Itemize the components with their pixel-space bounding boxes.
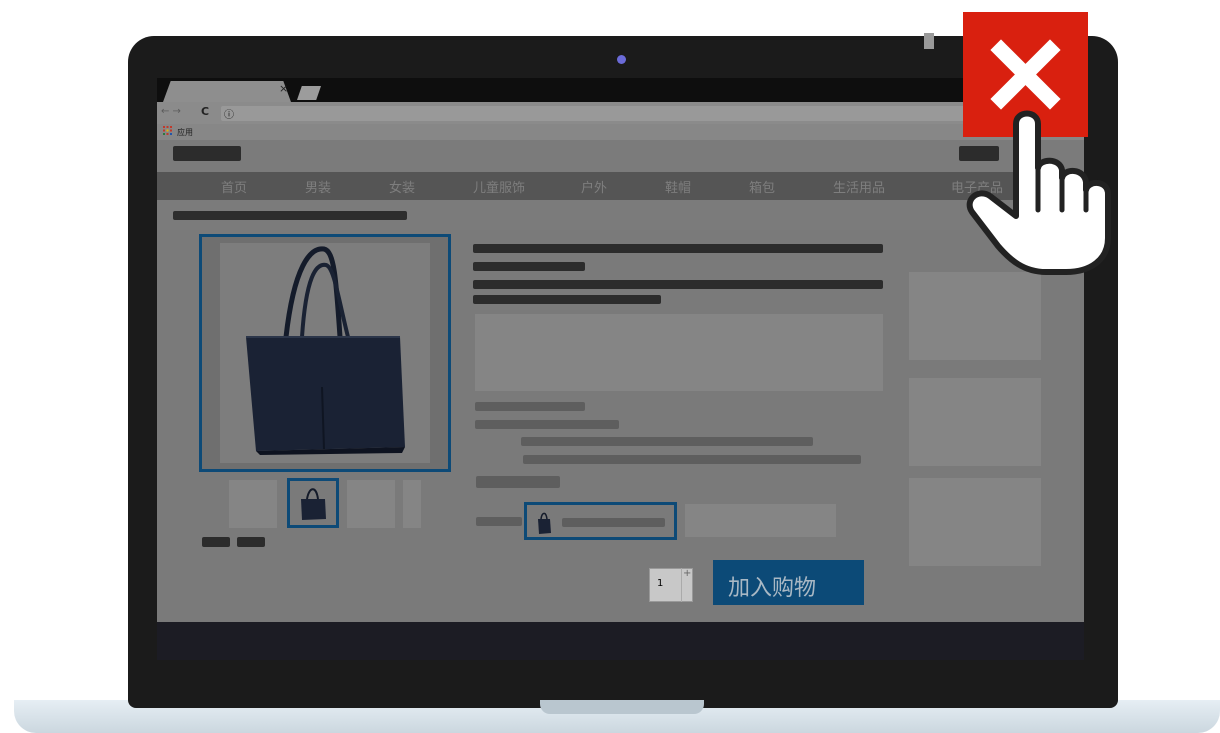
webcam-icon — [617, 55, 626, 64]
quantity-value: 1 — [657, 578, 664, 589]
thumbnail[interactable] — [347, 480, 395, 528]
handbag-thumbnail-image — [290, 481, 336, 525]
apps-bookmark-label[interactable]: 应用 — [177, 127, 193, 138]
nav-item-daily-goods[interactable]: 生活用品 — [833, 177, 885, 196]
site-logo[interactable] — [173, 146, 241, 161]
nav-item-menswear[interactable]: 男装 — [305, 177, 331, 196]
site-info-icon[interactable]: ⓘ — [224, 106, 234, 121]
add-to-cart-label: 加入购物 — [728, 576, 817, 601]
handbag-image — [220, 243, 430, 463]
recommended-item[interactable] — [909, 478, 1041, 566]
breadcrumb — [173, 211, 407, 220]
back-forward-icon[interactable]: ← → — [161, 106, 181, 117]
promo-text — [475, 420, 619, 429]
color-option[interactable] — [685, 504, 836, 537]
tab-close-icon[interactable]: × — [279, 82, 288, 95]
nav-item-outdoor[interactable]: 户外 — [581, 177, 607, 196]
address-bar[interactable] — [221, 106, 1081, 121]
nav-item-bags[interactable]: 箱包 — [749, 177, 775, 196]
service-text — [523, 455, 861, 464]
nav-item-shoes-hats[interactable]: 鞋帽 — [665, 177, 691, 196]
quantity-plus-icon[interactable]: + — [683, 568, 691, 579]
product-title — [473, 244, 883, 253]
favorite-button[interactable] — [237, 537, 265, 547]
rating-label — [476, 476, 560, 488]
recommended-item[interactable] — [909, 378, 1041, 466]
apps-grid-icon[interactable] — [163, 126, 172, 138]
thumbnail[interactable] — [229, 480, 277, 528]
browser-tab[interactable] — [163, 81, 291, 102]
nav-item-home[interactable]: 首页 — [221, 177, 247, 196]
tab-strip — [157, 78, 1084, 102]
page-footer — [157, 622, 1084, 660]
shipping-text — [521, 437, 813, 446]
nav-item-womenswear[interactable]: 女装 — [389, 177, 415, 196]
price-panel — [475, 314, 883, 391]
color-option-selected[interactable] — [524, 502, 677, 540]
laptop-base-notch — [540, 700, 704, 714]
handbag-swatch-image — [538, 512, 551, 534]
reload-icon[interactable]: C — [201, 105, 209, 118]
color-label — [476, 517, 522, 526]
product-title-line2 — [473, 262, 585, 271]
laptop-screen: × ← → C ⓘ 应用 首页 男装 女装 儿童服饰 户外 鞋帽 箱包 生活用品… — [157, 78, 1084, 660]
share-button[interactable] — [202, 537, 230, 547]
bookmarks-bar — [157, 124, 1084, 140]
product-subtitle-line2 — [473, 295, 661, 304]
product-subtitle — [473, 280, 883, 289]
category-navbar — [157, 172, 1084, 200]
color-option-text — [562, 518, 665, 527]
thumbnail-selected[interactable] — [287, 478, 339, 528]
pointing-hand-cursor-icon — [966, 110, 1111, 275]
nav-item-kidswear[interactable]: 儿童服饰 — [473, 177, 525, 196]
main-product-image[interactable] — [199, 234, 451, 472]
decorative-tick — [924, 33, 934, 49]
promo-label — [475, 402, 585, 411]
recommended-item[interactable] — [909, 272, 1041, 360]
thumbnail[interactable] — [403, 480, 421, 528]
